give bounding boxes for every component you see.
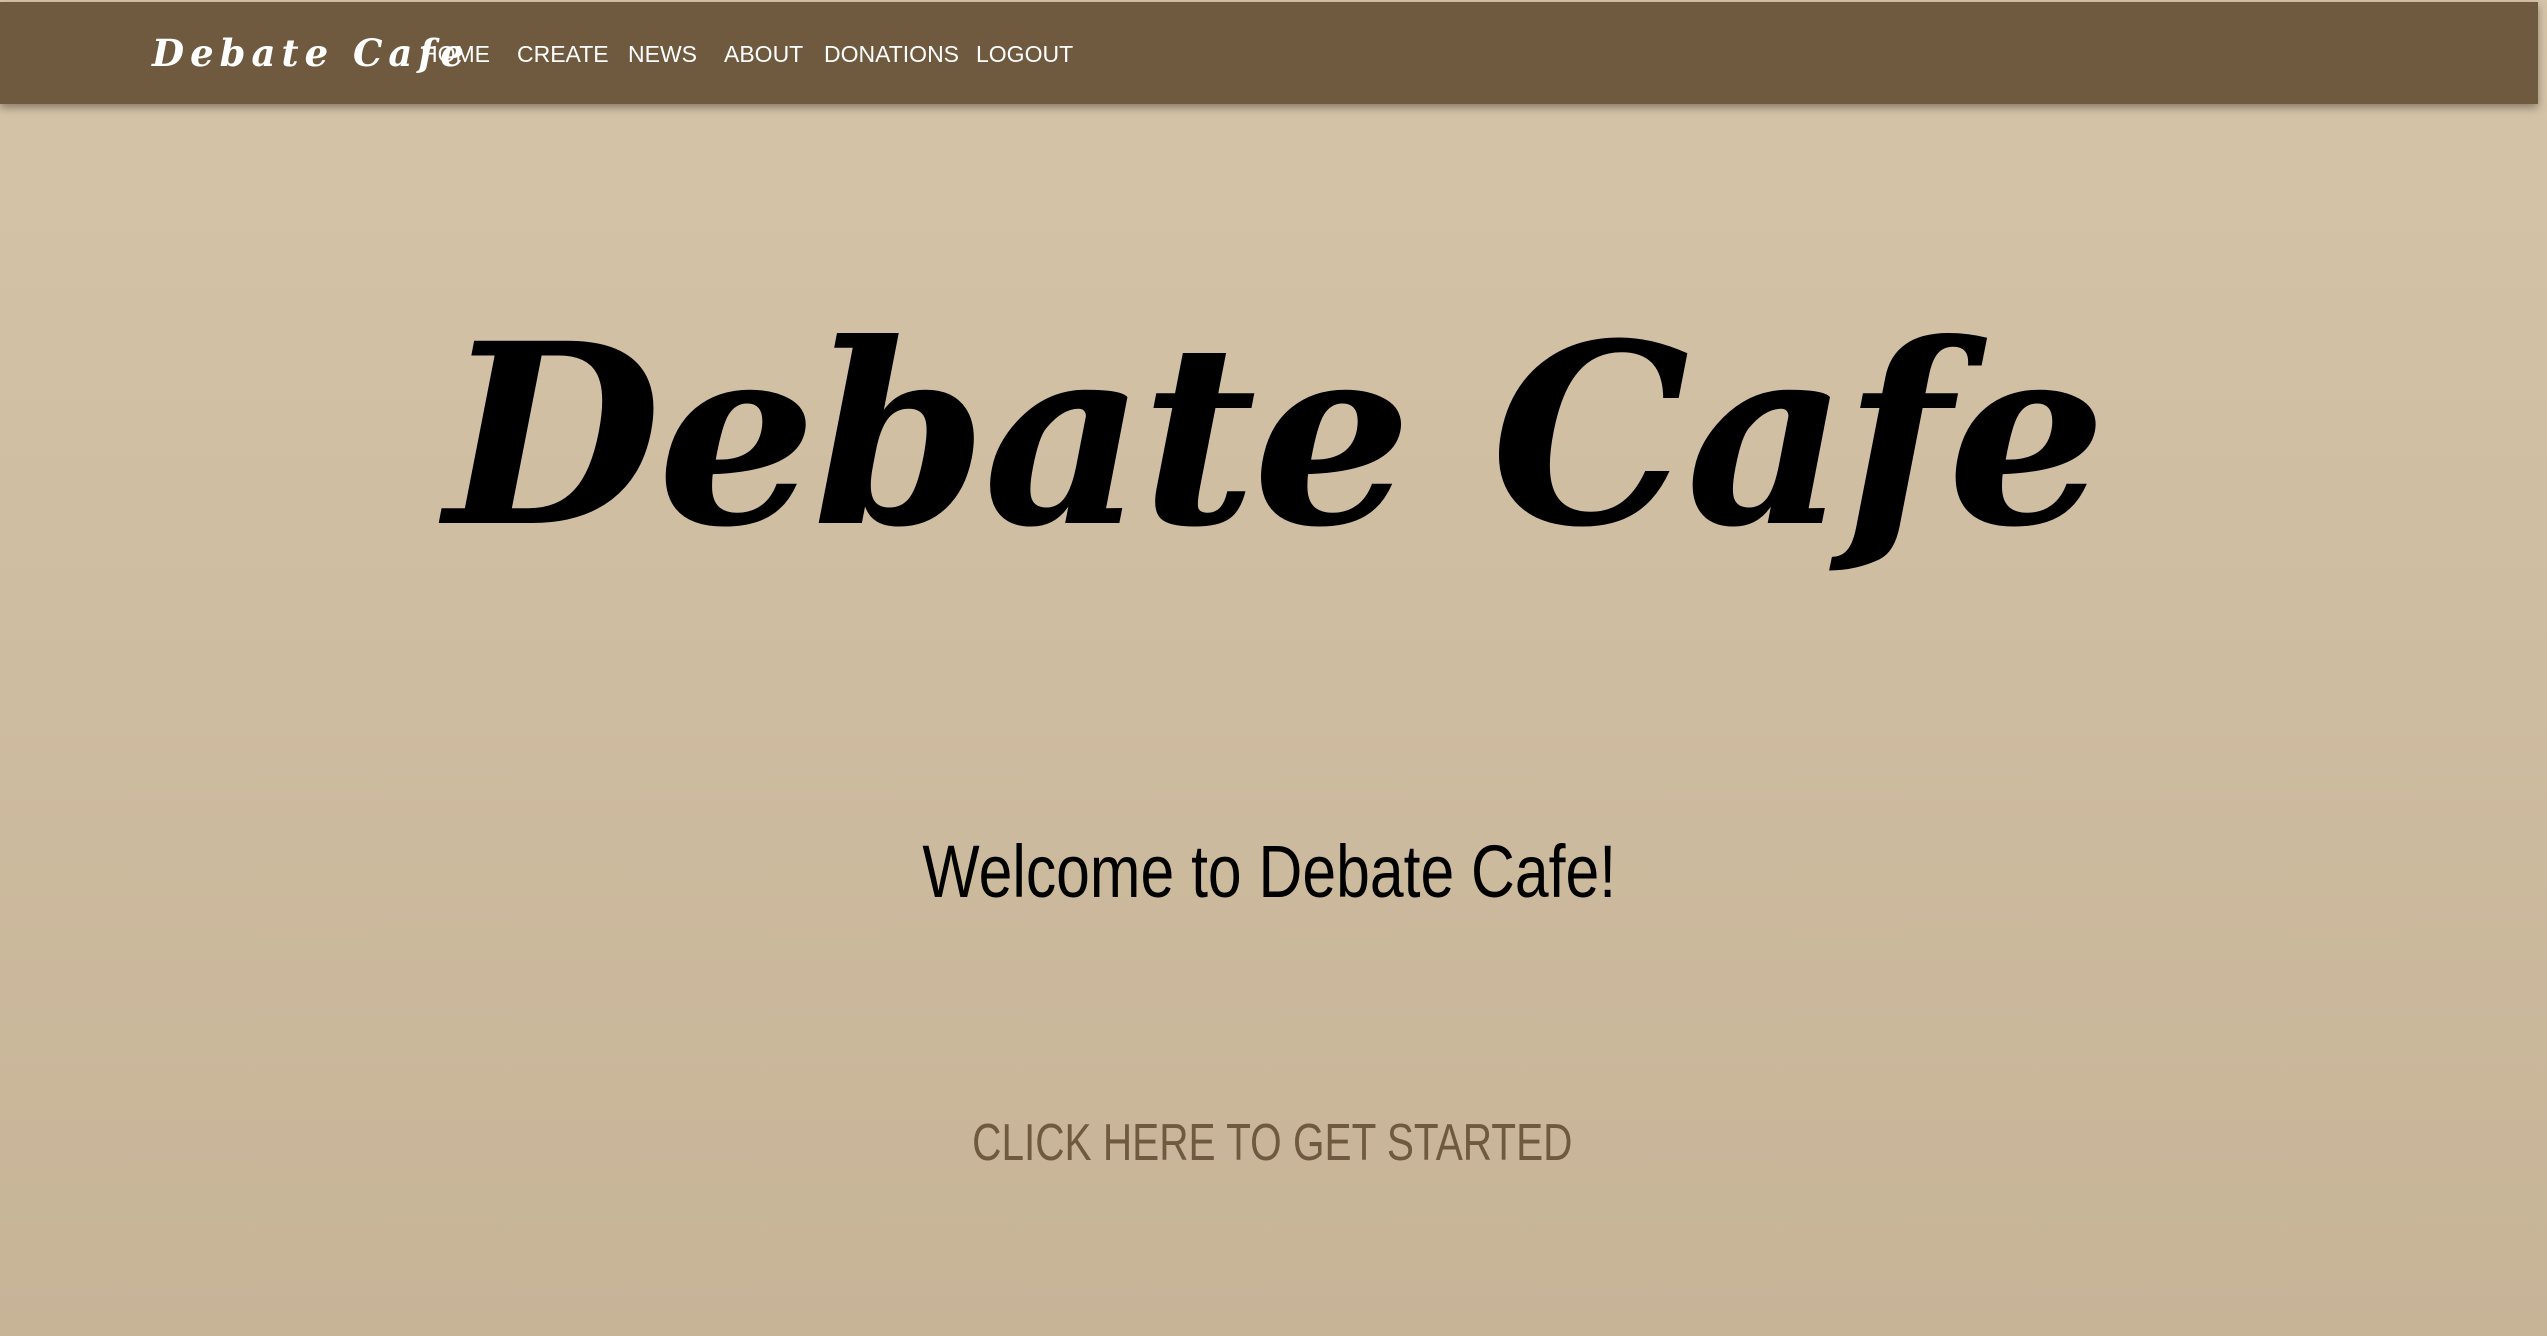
nav-create-link[interactable]: CREATE: [517, 40, 609, 68]
welcome-heading: Welcome to Debate Cafe!: [922, 830, 1617, 913]
nav-logout-link[interactable]: LOGOUT: [976, 40, 1073, 68]
nav-donations-link[interactable]: DONATIONS: [824, 40, 959, 68]
top-navbar: Debate Cafe HOME CREATE NEWS ABOUT DONAT…: [0, 2, 2538, 104]
nav-home-link[interactable]: HOME: [421, 40, 490, 68]
nav-about-link[interactable]: ABOUT: [724, 40, 803, 68]
nav-news-link[interactable]: NEWS: [628, 40, 697, 68]
hero-title: Debate Cafe: [444, 288, 2107, 582]
get-started-link[interactable]: CLICK HERE TO GET STARTED: [279, 1108, 2266, 1178]
